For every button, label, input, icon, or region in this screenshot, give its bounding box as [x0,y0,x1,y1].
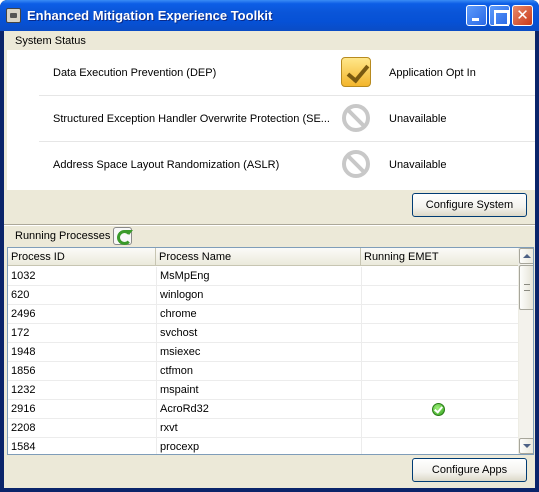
cell-process-id: 2916 [11,403,36,415]
status-row-sehop: Structured Exception Handler Overwrite P… [39,96,535,142]
scroll-down-icon[interactable] [519,438,533,454]
cell-running-emet [361,286,518,305]
cell-process-id: 2496 [11,308,36,320]
table-row[interactable]: 1948 msiexec [8,343,518,362]
grid-body: 1032 MsMpEng 620 winlogon 2496 chrome 172 svcho… [8,267,518,454]
unavailable-icon [341,103,371,133]
emet-running-icon [432,403,445,416]
status-row-state: Unavailable [389,159,447,171]
cell-running-emet [361,305,518,324]
table-row[interactable]: 2208 rxvt [8,419,518,438]
cell-process-name: winlogon [156,286,361,305]
cell-running-emet [361,400,518,419]
cell-running-emet [361,381,518,400]
cell-running-emet [361,419,518,438]
scroll-thumb[interactable] [519,265,533,310]
table-row[interactable]: 1232 mspaint [8,381,518,400]
section-divider [4,224,535,226]
status-row-state: Application Opt In [389,67,476,79]
process-grid[interactable]: Process ID Process Name Running EMET 103… [7,247,534,455]
cell-process-name: AcroRd32 [156,400,361,419]
cell-process-name: rxvt [156,419,361,438]
configure-apps-button[interactable]: Configure Apps [412,458,527,482]
cell-process-name: procexp [156,438,361,454]
table-row[interactable]: 2496 chrome [8,305,518,324]
window-title: Enhanced Mitigation Experience Toolkit [27,8,273,23]
cell-process-id: 1856 [11,365,36,377]
status-row-name: Data Execution Prevention (DEP) [53,67,217,79]
checkmark-icon[interactable] [341,57,371,87]
cell-process-id: 172 [11,327,30,339]
title-bar[interactable]: Enhanced Mitigation Experience Toolkit ✕ [0,0,539,31]
table-row[interactable]: 1584 procexp [8,438,518,454]
status-row-aslr: Address Space Layout Randomization (ASLR… [39,142,535,188]
close-icon[interactable]: ✕ [512,5,533,26]
cell-running-emet [361,438,518,454]
window-client-area: System Status Data Execution Prevention … [4,31,535,488]
cell-running-emet [361,343,518,362]
cell-process-name: svchost [156,324,361,343]
table-row[interactable]: 1032 MsMpEng [8,267,518,286]
column-header-process-id[interactable]: Process ID [8,248,156,266]
refresh-icon[interactable] [113,227,133,245]
cell-process-name: mspaint [156,381,361,400]
minimize-icon[interactable] [466,5,487,26]
cell-process-id: 1232 [11,384,36,396]
vertical-scrollbar[interactable] [518,248,533,454]
cell-process-name: msiexec [156,343,361,362]
table-row[interactable]: 172 svchost [8,324,518,343]
table-row[interactable]: 2916 AcroRd32 [8,400,518,419]
status-row-name: Structured Exception Handler Overwrite P… [53,113,330,125]
emet-window: Enhanced Mitigation Experience Toolkit ✕… [0,0,539,492]
cell-process-name: ctfmon [156,362,361,381]
maximize-icon[interactable] [489,5,510,26]
table-row[interactable]: 620 winlogon [8,286,518,305]
scroll-up-icon[interactable] [519,248,533,264]
status-row-state: Unavailable [389,113,447,125]
cell-process-id: 620 [11,289,30,301]
cell-running-emet [361,362,518,381]
cell-process-name: MsMpEng [156,267,361,286]
status-row-name: Address Space Layout Randomization (ASLR… [53,159,280,171]
cell-process-name: chrome [156,305,361,324]
configure-system-button[interactable]: Configure System [412,193,527,217]
cell-process-id: 1948 [11,346,36,358]
column-header-process-name[interactable]: Process Name [156,248,361,266]
running-processes-label: Running Processes [15,230,111,242]
app-window-icon[interactable] [6,8,21,23]
cell-process-id: 2208 [11,422,36,434]
unavailable-icon [341,149,371,179]
system-status-panel: Data Execution Prevention (DEP) Applicat… [7,50,535,190]
system-status-label: System Status [15,35,86,47]
cell-process-id: 1584 [11,441,36,453]
cell-running-emet [361,267,518,286]
cell-running-emet [361,324,518,343]
table-row[interactable]: 1856 ctfmon [8,362,518,381]
status-row-dep: Data Execution Prevention (DEP) Applicat… [39,50,535,96]
grid-header: Process ID Process Name Running EMET [8,248,518,266]
cell-process-id: 1032 [11,270,36,282]
column-header-running-emet[interactable]: Running EMET [361,248,518,266]
